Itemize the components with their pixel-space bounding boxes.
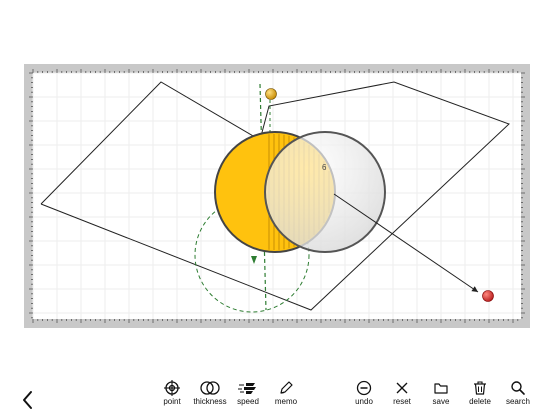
undo-button[interactable]: undo (344, 380, 384, 414)
overlap-circles-icon (200, 381, 220, 395)
reset-label: reset (393, 397, 411, 406)
orange-point-marker[interactable] (265, 88, 277, 100)
speed-label: speed (237, 397, 259, 406)
speed-button[interactable]: speed (228, 380, 268, 414)
point-label: point (163, 397, 181, 406)
white-circle[interactable] (264, 131, 386, 253)
folder-icon (434, 383, 448, 394)
reset-button[interactable]: reset (382, 380, 422, 414)
bottom-toolbar: point thickness speed memo undo reset sa… (0, 372, 552, 414)
thickness-button[interactable]: thickness (190, 380, 230, 414)
delete-label: delete (469, 397, 491, 406)
memo-label: memo (274, 397, 298, 406)
x-icon (396, 382, 408, 394)
drawing-canvas[interactable]: 6 (24, 64, 530, 328)
pencil-icon (280, 381, 293, 394)
undo-icon (356, 380, 372, 396)
save-button[interactable]: save (421, 380, 461, 414)
search-button[interactable]: search (498, 380, 538, 414)
memo-button[interactable]: memo (266, 380, 306, 414)
chevron-left-icon (23, 391, 32, 409)
point-label: 6 (322, 163, 327, 172)
trash-icon (474, 381, 486, 395)
thickness-label: thickness (193, 397, 227, 406)
save-label: save (432, 397, 450, 406)
crosshair-icon (164, 380, 180, 396)
search-label: search (505, 397, 530, 406)
red-point-marker[interactable] (482, 290, 494, 302)
speed-icon (238, 383, 256, 394)
delete-button[interactable]: delete (460, 380, 500, 414)
undo-label: undo (355, 397, 373, 406)
search-icon (511, 381, 525, 395)
point-button[interactable]: point (152, 380, 192, 414)
back-button[interactable] (14, 386, 42, 414)
